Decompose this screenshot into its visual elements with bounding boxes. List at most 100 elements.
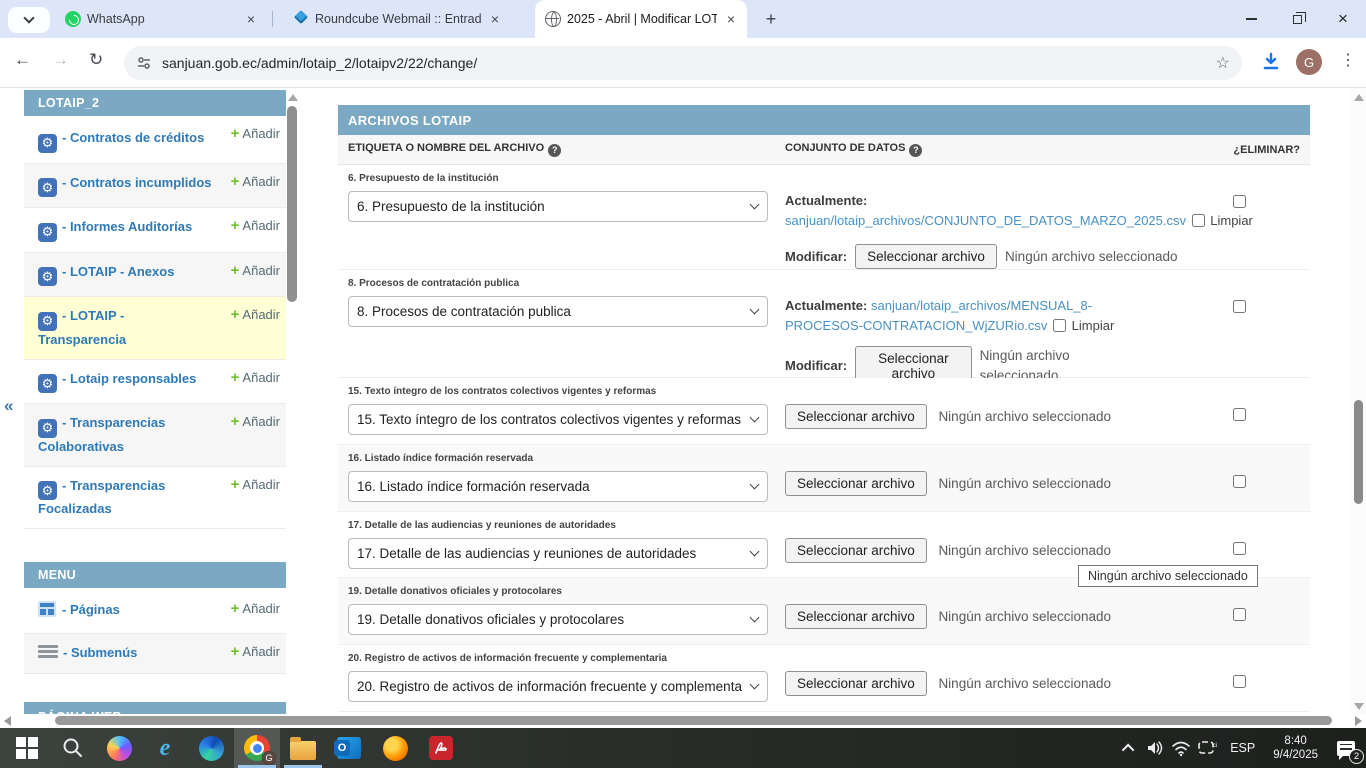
etiqueta-select[interactable]: 8. Procesos de contratación publica — [348, 296, 768, 327]
sidebar-item-label[interactable]: - Páginas — [62, 602, 186, 617]
add-link[interactable]: +Añadir — [231, 306, 280, 323]
tab-close-icon[interactable]: × — [243, 11, 259, 27]
sidebar-item-lotaip-responsables[interactable]: ⚙- Lotaip responsables +Añadir — [24, 360, 286, 405]
sidebar-item-paginas[interactable]: - Páginas +Añadir — [24, 588, 286, 634]
etiqueta-select-input[interactable]: 8. Procesos de contratación publica — [348, 296, 768, 327]
current-file-link[interactable]: sanjuan/lotaip_archivos/CONJUNTO_DE_DATO… — [785, 213, 1186, 228]
etiqueta-select[interactable]: 20. Registro de activos de información f… — [348, 671, 768, 702]
sidebar-collapse-arrow[interactable]: « — [4, 396, 13, 416]
notification-center-button[interactable]: 2 — [1326, 728, 1366, 768]
forward-button[interactable]: → — [52, 50, 69, 70]
etiqueta-select-input[interactable]: 16. Listado índice formación reservada — [348, 471, 768, 502]
etiqueta-select-input[interactable]: 6. Presupuesto de la institución — [348, 191, 768, 222]
edge-button[interactable] — [188, 728, 234, 768]
reload-button[interactable]: ↻ — [89, 50, 103, 70]
tab-close-icon[interactable]: × — [723, 11, 739, 27]
sidebar-item-submenus[interactable]: - Submenús +Añadir — [24, 634, 286, 674]
page-horizontal-scrollbar[interactable] — [0, 714, 1366, 728]
firefox-button[interactable] — [372, 728, 418, 768]
minimize-button[interactable] — [1228, 0, 1274, 38]
tab-roundcube[interactable]: Roundcube Webmail :: Entrada × — [283, 0, 511, 38]
eliminar-checkbox[interactable] — [1233, 475, 1246, 488]
restore-button[interactable] — [1274, 0, 1320, 38]
outlook-button[interactable] — [326, 728, 372, 768]
etiqueta-select-input[interactable]: 15. Texto íntegro de los contratos colec… — [348, 404, 768, 435]
scroll-up-arrow[interactable] — [288, 94, 298, 101]
seleccionar-archivo-button[interactable]: Seleccionar archivo — [855, 244, 997, 269]
add-link[interactable]: +Añadir — [231, 262, 280, 279]
add-link[interactable]: +Añadir — [231, 600, 280, 617]
vertical-scroll-thumb[interactable] — [1354, 400, 1363, 504]
internet-explorer-button[interactable]: e — [142, 728, 188, 768]
download-icon[interactable] — [1260, 51, 1282, 73]
profile-avatar[interactable]: G — [1296, 49, 1322, 75]
sidebar-item-label[interactable]: - LOTAIP - Transparencia — [38, 308, 192, 347]
etiqueta-select[interactable]: 17. Detalle de las audiencias y reunione… — [348, 538, 768, 569]
volume-button[interactable] — [1142, 728, 1168, 768]
tab-lotaip-active[interactable]: 2025 - Abril | Modificar LOTAIP × — [535, 0, 747, 38]
eliminar-checkbox[interactable] — [1233, 542, 1246, 555]
tab-search-button[interactable] — [8, 7, 50, 33]
limpiar-checkbox[interactable] — [1053, 319, 1066, 332]
add-link[interactable]: +Añadir — [231, 476, 280, 493]
back-button[interactable]: ← — [14, 50, 31, 70]
sidebar-item-label[interactable]: - Submenús — [63, 645, 203, 660]
page-vertical-scrollbar[interactable] — [1351, 88, 1366, 716]
etiqueta-select-input[interactable]: 17. Detalle de las audiencias y reunione… — [348, 538, 768, 569]
horizontal-scroll-thumb[interactable] — [55, 716, 1332, 725]
sidebar-item-informes-auditorias[interactable]: ⚙- Informes Auditorías +Añadir — [24, 208, 286, 253]
acrobat-button[interactable] — [418, 728, 464, 768]
scroll-left-arrow[interactable] — [4, 716, 11, 726]
etiqueta-select[interactable]: 15. Texto íntegro de los contratos colec… — [348, 404, 768, 435]
etiqueta-select-input[interactable]: 20. Registro de activos de información f… — [348, 671, 768, 702]
chrome-button[interactable]: G — [234, 728, 280, 768]
tray-expand-button[interactable] — [1116, 728, 1142, 768]
add-link[interactable]: +Añadir — [231, 369, 280, 386]
eliminar-checkbox[interactable] — [1233, 408, 1246, 421]
menu-kebab-icon[interactable]: ⋮ — [1340, 50, 1356, 70]
etiqueta-select[interactable]: 16. Listado índice formación reservada — [348, 471, 768, 502]
scroll-down-arrow[interactable] — [1354, 703, 1364, 710]
etiqueta-select[interactable]: 19. Detalle donativos oficiales y protoc… — [348, 604, 768, 635]
seleccionar-archivo-button[interactable]: Seleccionar archivo — [785, 471, 927, 496]
sidebar-item-transparencias-colaborativas[interactable]: ⚙- Transparencias Colaborativas +Añadir — [24, 404, 286, 467]
taskbar-search-button[interactable] — [50, 728, 96, 768]
sidebar-item-label[interactable]: - Informes Auditorías — [62, 219, 258, 234]
bookmark-star-icon[interactable]: ☆ — [1216, 53, 1230, 73]
tab-close-icon[interactable]: × — [487, 11, 503, 27]
sidebar-scroll-thumb[interactable] — [287, 106, 297, 302]
etiqueta-select-input[interactable]: 19. Detalle donativos oficiales y protoc… — [348, 604, 768, 635]
add-link[interactable]: +Añadir — [231, 125, 280, 142]
cast-button[interactable]: ci — [1194, 728, 1220, 768]
sidebar-item-lotaip-transparencia[interactable]: ⚙- LOTAIP - Transparencia +Añadir — [24, 297, 286, 360]
tab-whatsapp[interactable]: WhatsApp × — [55, 0, 267, 38]
add-link[interactable]: +Añadir — [231, 217, 280, 234]
language-indicator[interactable]: ESP — [1220, 741, 1265, 755]
new-tab-button[interactable]: + — [758, 6, 784, 32]
scroll-right-arrow[interactable] — [1355, 716, 1362, 726]
seleccionar-archivo-button[interactable]: Seleccionar archivo — [785, 404, 927, 429]
taskbar-clock[interactable]: 8:40 9/4/2025 — [1265, 734, 1326, 762]
eliminar-checkbox[interactable] — [1233, 300, 1246, 313]
help-icon[interactable]: ? — [548, 144, 561, 157]
copilot-button[interactable] — [96, 728, 142, 768]
add-link[interactable]: +Añadir — [231, 413, 280, 430]
add-link[interactable]: +Añadir — [231, 643, 280, 660]
start-button[interactable] — [4, 728, 50, 768]
seleccionar-archivo-button[interactable]: Seleccionar archivo — [785, 671, 927, 696]
seleccionar-archivo-button[interactable]: Seleccionar archivo — [785, 604, 927, 629]
sidebar-item-contratos-creditos[interactable]: ⚙- Contratos de créditos +Añadir — [24, 116, 286, 164]
sidebar-item-transparencias-focalizadas[interactable]: ⚙- Transparencias Focalizadas +Añadir — [24, 467, 286, 530]
url-text[interactable]: sanjuan.gob.ec/admin/lotaip_2/lotaipv2/2… — [162, 55, 1216, 71]
eliminar-checkbox[interactable] — [1233, 675, 1246, 688]
file-explorer-button[interactable] — [280, 728, 326, 768]
scroll-up-arrow[interactable] — [1354, 94, 1364, 101]
help-icon[interactable]: ? — [909, 144, 922, 157]
etiqueta-select[interactable]: 6. Presupuesto de la institución — [348, 191, 768, 222]
sidebar-scrollbar[interactable] — [287, 92, 298, 712]
seleccionar-archivo-button[interactable]: Seleccionar archivo — [785, 538, 927, 563]
site-info-icon[interactable] — [136, 55, 152, 71]
wifi-button[interactable] — [1168, 728, 1194, 768]
close-button[interactable]: × — [1320, 0, 1366, 38]
sidebar-item-label[interactable]: - Transparencias Colaborativas — [38, 415, 190, 454]
